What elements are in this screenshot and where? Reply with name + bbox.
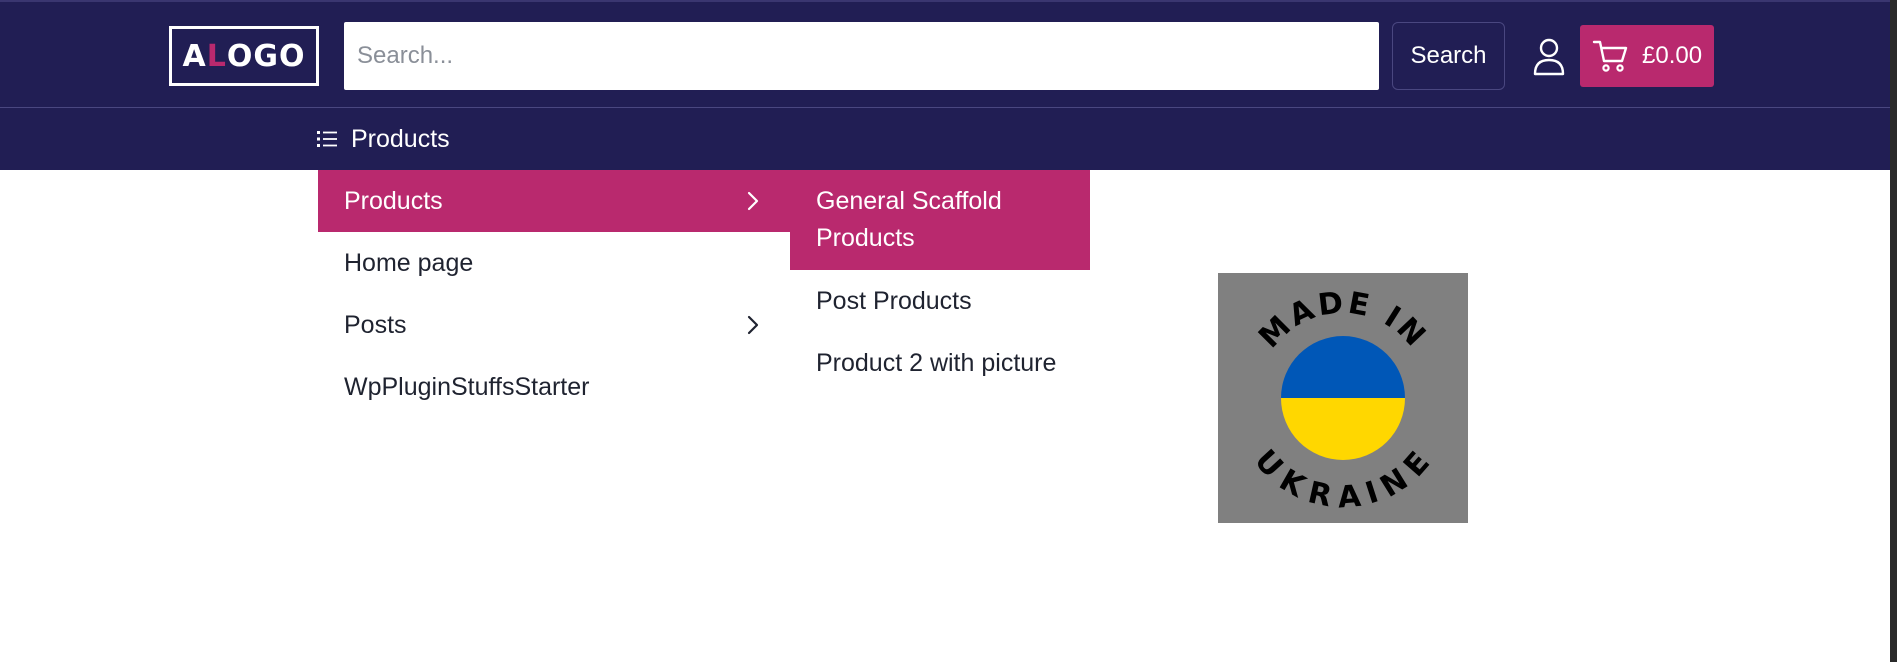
search-input[interactable] [344, 22, 1379, 90]
cart-button[interactable]: £0.00 [1580, 25, 1714, 87]
search-button[interactable]: Search [1392, 22, 1505, 90]
window-edge [1890, 0, 1897, 662]
menu-item-home-page[interactable]: Home page [318, 232, 790, 294]
made-in-ukraine-graphic: MADE IN UKRAINE [1248, 285, 1436, 515]
menu-level2: General Scaffold Products Post Products … [790, 170, 1090, 394]
header-bar: ALOGO Search £0.00 [0, 0, 1890, 107]
chevron-right-icon [747, 315, 759, 335]
menu-item-products[interactable]: Products [318, 170, 790, 232]
main-nav: Products [0, 107, 1890, 170]
submenu-item-general-scaffold-products[interactable]: General Scaffold Products [790, 170, 1090, 270]
menu-item-wppluginstuffsstarter[interactable]: WpPluginStuffsStarter [318, 356, 790, 418]
nav-products-toggle[interactable]: Products [317, 120, 450, 158]
submenu-item-post-products[interactable]: Post Products [790, 270, 1090, 332]
user-icon[interactable] [1531, 36, 1567, 76]
nav-products-label: Products [351, 124, 450, 153]
submenu-item-product-2-with-picture[interactable]: Product 2 with picture [790, 332, 1090, 394]
cart-icon [1592, 40, 1628, 72]
flag-blue [1281, 336, 1405, 398]
flag-yellow [1281, 398, 1405, 460]
site-logo[interactable]: A L OGO [169, 26, 319, 86]
menu-level1: Products Home page Posts WpPluginStuffsS… [318, 170, 790, 418]
cart-total: £0.00 [1642, 42, 1703, 69]
made-in-ukraine-badge: MADE IN UKRAINE [1218, 273, 1468, 523]
chevron-right-icon [747, 191, 759, 211]
menu-item-posts[interactable]: Posts [318, 294, 790, 356]
list-icon [317, 131, 337, 147]
